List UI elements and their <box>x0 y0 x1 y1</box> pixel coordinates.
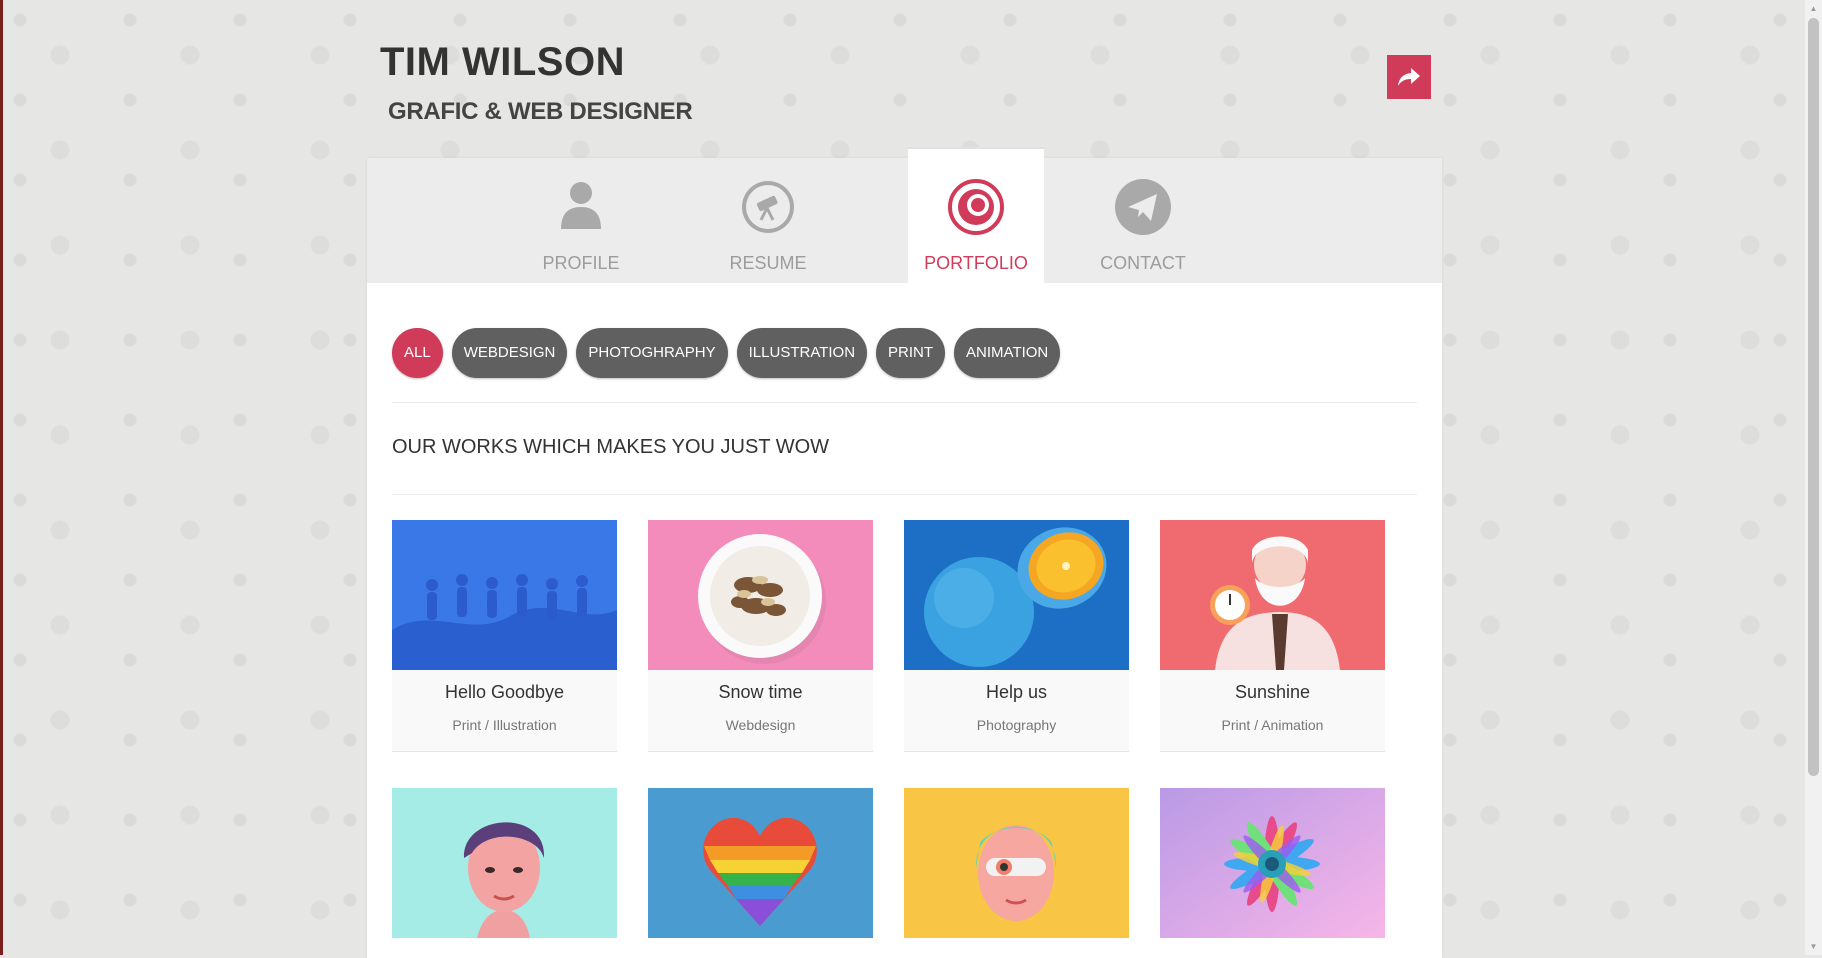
site-role: GRAFIC & WEB DESIGNER <box>388 98 693 125</box>
tab-portfolio-label: PORTFOLIO <box>924 253 1028 273</box>
site-name: TIM WILSON <box>380 40 625 84</box>
scroll-up-icon[interactable]: ▲ <box>1809 4 1818 13</box>
portfolio-image <box>392 788 617 938</box>
share-icon <box>1398 68 1420 86</box>
filter-webdesign[interactable]: WEBDESIGN <box>451 328 568 378</box>
portfolio-item[interactable]: Help us Photography <box>904 520 1129 752</box>
portfolio-item[interactable] <box>904 788 1129 938</box>
share-button[interactable] <box>1387 55 1431 99</box>
portfolio-image <box>392 520 617 670</box>
tab-bar: PROFILE RESUME PORTFOLIO CONTACT <box>367 147 1442 283</box>
filter-bar: ALL WEBDESIGN PHOTOGHRAPHY ILLUSTRATION … <box>392 328 1069 378</box>
portfolio-category: Webdesign <box>725 717 796 733</box>
tab-profile[interactable]: PROFILE <box>513 158 649 283</box>
portfolio-title: Snow time <box>718 682 803 702</box>
filter-all[interactable]: ALL <box>392 328 443 378</box>
portfolio-category: Photography <box>976 717 1057 733</box>
portfolio-item[interactable]: Sunshine Print / Animation <box>1160 520 1385 752</box>
filter-illustration[interactable]: ILLUSTRATION <box>736 328 868 378</box>
filter-photography[interactable]: PHOTOGHRAPHY <box>576 328 728 378</box>
portfolio-image <box>648 788 873 938</box>
portfolio-item[interactable] <box>392 788 617 938</box>
divider <box>392 494 1417 495</box>
tab-contact[interactable]: CONTACT <box>1075 158 1211 283</box>
portfolio-caption: Help us Photography <box>904 670 1129 752</box>
portfolio-category: Print / Animation <box>1221 717 1324 733</box>
tab-contact-label: CONTACT <box>1100 253 1186 273</box>
filter-animation[interactable]: ANIMATION <box>954 328 1061 378</box>
scrollbar-thumb[interactable] <box>1808 18 1819 776</box>
portfolio-image <box>648 520 873 670</box>
paper-plane-icon <box>1115 179 1171 235</box>
portfolio-title: Hello Goodbye <box>444 682 565 702</box>
portfolio-caption: Sunshine Print / Animation <box>1160 670 1385 752</box>
tab-resume[interactable]: RESUME <box>700 158 836 283</box>
portfolio-item[interactable]: Snow time Webdesign <box>648 520 873 752</box>
portfolio-item[interactable] <box>648 788 873 938</box>
section-title: OUR WORKS WHICH MAKES YOU JUST WOW <box>392 436 830 458</box>
portfolio-image <box>1160 520 1385 670</box>
scrollbar[interactable]: ▲ ▼ <box>1805 0 1822 955</box>
portfolio-title: Help us <box>985 682 1048 702</box>
portfolio-image <box>904 520 1129 670</box>
filter-print[interactable]: PRINT <box>876 328 946 378</box>
portfolio-image <box>1160 788 1385 938</box>
tab-resume-label: RESUME <box>729 253 807 273</box>
tab-portfolio[interactable]: PORTFOLIO <box>908 147 1044 283</box>
target-icon <box>948 179 1004 235</box>
portfolio-category: Print / Illustration <box>452 717 557 733</box>
window-edge <box>0 0 3 955</box>
content-card: PROFILE RESUME PORTFOLIO CONTACT ALL WEB… <box>367 147 1442 958</box>
portfolio-caption: Hello Goodbye Print / Illustration <box>392 670 617 752</box>
tab-profile-label: PROFILE <box>542 253 620 273</box>
divider <box>392 402 1417 403</box>
portfolio-item[interactable] <box>1160 788 1385 938</box>
portfolio-caption: Snow time Webdesign <box>648 670 873 752</box>
telescope-icon <box>742 181 794 233</box>
scroll-down-icon[interactable]: ▼ <box>1809 942 1818 951</box>
user-icon <box>561 182 601 229</box>
portfolio-title: Sunshine <box>1234 682 1311 702</box>
portfolio-image <box>904 788 1129 938</box>
portfolio-item[interactable]: Hello Goodbye Print / Illustration <box>392 520 617 752</box>
